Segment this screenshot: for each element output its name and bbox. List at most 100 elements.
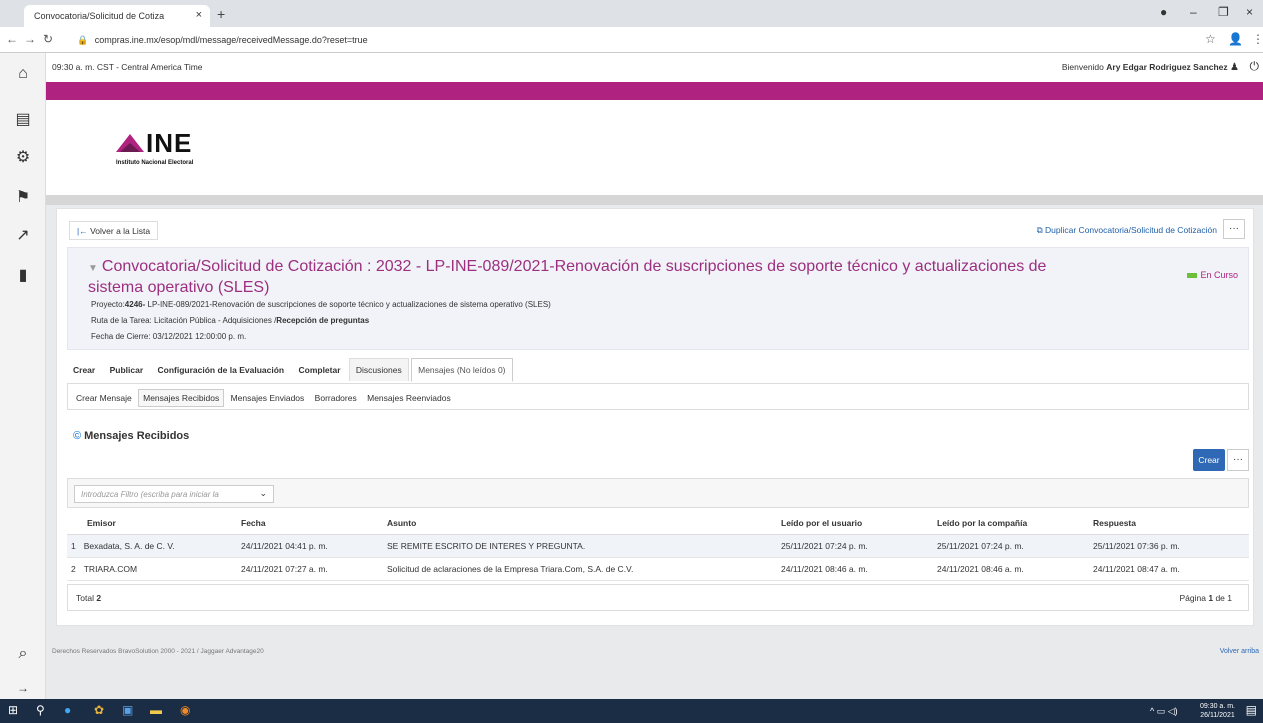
project-id: 4246- (124, 300, 146, 309)
subtab-crear-mensaje[interactable]: Crear Mensaje (72, 390, 136, 406)
chevron-down-icon[interactable]: ⌄ (259, 488, 267, 499)
list-more-button[interactable]: ··· (1227, 449, 1249, 471)
more-actions-button[interactable]: ··· (1223, 219, 1245, 239)
chrome-icon[interactable]: ◉ (180, 703, 190, 717)
close-date: Fecha de Cierre: 03/12/2021 12:00:00 p. … (91, 332, 247, 341)
col-leido-compania[interactable]: Leído por la compañía (933, 512, 1089, 535)
row-emisor[interactable]: 2 TRIARA.COM (67, 557, 237, 581)
minimize-icon[interactable]: – (1190, 5, 1197, 19)
clock-time: 09:30 a. m. (1199, 703, 1235, 710)
col-leido-usuario[interactable]: Leído por el usuario (777, 512, 933, 535)
back-to-list-label: Volver a la Lista (90, 226, 151, 236)
total-value: 2 (96, 593, 102, 603)
row-leido-usuario: 24/11/2021 08:46 a. m. (777, 557, 933, 581)
brand-bar (46, 82, 1263, 100)
col-asunto[interactable]: Asunto (383, 512, 777, 535)
copyright-text: Derechos Reservados BravoSolution 2000 -… (52, 648, 264, 655)
analytics-icon[interactable]: ↗ (12, 225, 34, 245)
back-to-list-button[interactable]: |← Volver a la Lista (69, 221, 159, 240)
table-row[interactable]: 2 TRIARA.COM 24/11/2021 07:27 a. m. Solic… (67, 557, 1249, 581)
status-text: En Curso (1200, 270, 1238, 280)
tab-mensajes[interactable]: Mensajes (No leídos 0) (411, 358, 513, 382)
route-line: Ruta de la Tarea: Licitación Pública - A… (91, 316, 369, 325)
subtab-borradores[interactable]: Borradores (311, 390, 361, 406)
url-input[interactable]: 🔒 compras.ine.mx/esop/mdl/message/receiv… (77, 32, 1177, 49)
row-respuesta: 25/11/2021 07:36 p. m. (1089, 534, 1249, 558)
contracts-icon[interactable]: ▮ (12, 265, 34, 285)
col-respuesta[interactable]: Respuesta (1089, 512, 1249, 535)
reload-icon[interactable]: ↻ (43, 32, 53, 46)
tab-discusiones[interactable]: Discusiones (348, 358, 409, 381)
section-title-text: Mensajes Recibidos (84, 430, 190, 442)
tab-completar[interactable]: Completar (292, 359, 346, 381)
file-explorer-icon[interactable]: ▬ (150, 703, 162, 717)
windows-start-icon[interactable]: ⊞ (8, 703, 18, 717)
browser-tab-bar: Convocatoria/Solicitud de Cotiza × + ● –… (0, 0, 1263, 27)
taskbar-clock[interactable]: 09:30 a. m. 26/11/2021 (1200, 702, 1235, 720)
edge-icon[interactable]: ● (64, 703, 71, 717)
collapse-caret-icon[interactable]: ▼ (88, 263, 98, 274)
duplicate-label: Duplicar Convocatoria/Solicitud de Cotiz… (1045, 225, 1217, 235)
teams-icon[interactable]: ✿ (94, 703, 104, 717)
route-label: Ruta de la Tarea: Licitación Pública - A… (91, 316, 277, 325)
dashboard-icon[interactable]: ▤ (12, 109, 34, 129)
tab-publicar[interactable]: Publicar (104, 359, 150, 381)
row-emisor-text: Bexadata, S. A. de C. V. (83, 541, 175, 551)
forward-arrow-icon[interactable]: → (24, 32, 36, 46)
bookmark-star-icon[interactable]: ☆ (1205, 32, 1216, 46)
top-info-bar: 09:30 a. m. CST - Central America Time B… (46, 53, 1263, 82)
tab-configuracion[interactable]: Configuración de la Evaluación (152, 359, 291, 381)
row-fecha: 24/11/2021 07:27 a. m. (237, 557, 383, 581)
maximize-icon[interactable]: ❐ (1218, 5, 1229, 19)
filter-row: Introduzca Filtro (escriba para iniciar … (67, 478, 1249, 508)
browser-profile-icon[interactable]: ● (1160, 5, 1167, 19)
url-text: compras.ine.mx/esop/mdl/message/received… (94, 35, 368, 45)
system-tray-icons[interactable]: ^ ▭ ◁) (1150, 706, 1178, 717)
search-taskbar-icon[interactable]: ⚲ (36, 703, 45, 717)
sourcing-icon[interactable]: ⚙ (12, 147, 34, 167)
home-icon[interactable]: ⌂ (12, 65, 34, 83)
duplicate-icon: ⧉ (1036, 225, 1043, 235)
browser-menu-icon[interactable]: ⋮ (1252, 32, 1263, 46)
col-emisor[interactable]: Emisor (67, 512, 237, 535)
expand-arrow-icon[interactable]: → (12, 681, 34, 695)
back-list-icon: |← (77, 226, 88, 236)
row-asunto[interactable]: SE REMITE ESCRITO DE INTERES Y PREGUNTA. (383, 534, 777, 558)
row-asunto[interactable]: Solicitud de aclaraciones de la Empresa … (383, 557, 777, 581)
back-to-top-link[interactable]: Volver arriba (1220, 648, 1259, 655)
duplicate-link[interactable]: ⧉ Duplicar Convocatoria/Solicitud de Cot… (1037, 225, 1217, 236)
search-icon[interactable]: ⌕ (12, 645, 34, 663)
subtab-mensajes-recibidos[interactable]: Mensajes Recibidos (138, 389, 225, 407)
messages-table: Emisor Fecha Asunto Leído por el usuario… (67, 512, 1249, 581)
table-footer: Total 2 Página 1 de 1 (67, 584, 1249, 611)
row-emisor-text: TRIARA.COM (83, 564, 138, 574)
tab-crear[interactable]: Crear (67, 359, 101, 381)
user-icon[interactable]: ♟ (1230, 62, 1239, 73)
logo-mark-icon (116, 134, 144, 152)
create-button[interactable]: Crear (1193, 449, 1225, 471)
address-bar: ← → ↻ 🔒 compras.ine.mx/esop/mdl/message/… (0, 27, 1263, 53)
browser-tab[interactable]: Convocatoria/Solicitud de Cotiza × (24, 5, 210, 27)
suppliers-icon[interactable]: ⚑ (12, 187, 34, 207)
logo-area: INE Instituto Nacional Electoral (46, 100, 1263, 195)
subtab-mensajes-reenviados[interactable]: Mensajes Reenviados (363, 390, 455, 406)
logout-icon[interactable]: ⏻ (1250, 59, 1260, 74)
total-count: Total 2 (76, 593, 101, 603)
outlook-icon[interactable]: ▣ (122, 703, 133, 717)
subtab-mensajes-enviados[interactable]: Mensajes Enviados (227, 390, 309, 406)
windows-taskbar: ⊞ ⚲ ● ✿ ▣ ▬ ◉ ^ ▭ ◁) 09:30 a. m. 26/11/2… (0, 699, 1263, 723)
new-tab-icon[interactable]: + (217, 6, 225, 22)
back-arrow-icon[interactable]: ← (6, 32, 18, 46)
filter-input[interactable]: Introduzca Filtro (escriba para iniciar … (74, 485, 274, 503)
notification-icon[interactable]: ▤ (1246, 703, 1257, 717)
table-row[interactable]: 1 Bexadata, S. A. de C. V. 24/11/2021 04:… (67, 534, 1249, 558)
filter-placeholder: Introduzca Filtro (escriba para iniciar … (81, 490, 219, 499)
row-emisor[interactable]: 1 Bexadata, S. A. de C. V. (67, 534, 237, 558)
close-tab-icon[interactable]: × (196, 9, 202, 21)
col-fecha[interactable]: Fecha (237, 512, 383, 535)
account-icon[interactable]: 👤 (1228, 32, 1243, 46)
window-close-icon[interactable]: × (1246, 5, 1253, 19)
table-header-row: Emisor Fecha Asunto Leído por el usuario… (67, 512, 1249, 535)
logo-subtitle: Instituto Nacional Electoral (116, 160, 194, 166)
status-badge: En Curso (1187, 270, 1238, 280)
